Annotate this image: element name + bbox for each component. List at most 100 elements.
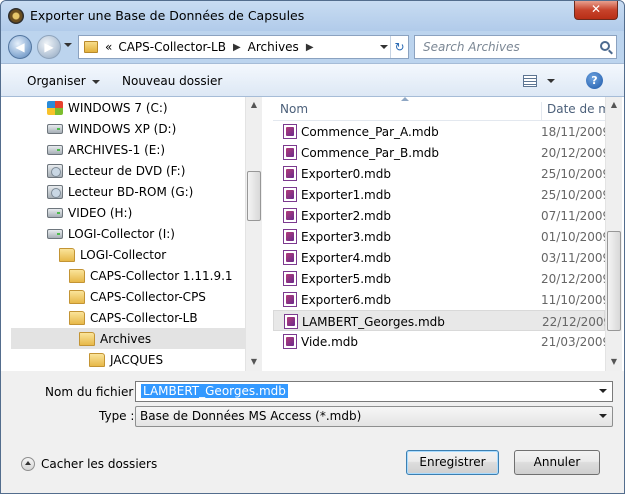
tree-item-archives[interactable]: Archives <box>11 328 245 349</box>
tree-item-logi-collector[interactable]: LOGI-Collector <box>59 244 249 265</box>
save-button[interactable]: Enregistrer <box>406 450 499 475</box>
file-row[interactable]: Vide.mdb 21/03/2009 <box>273 331 605 352</box>
file-row[interactable]: Exporter2.mdb 07/11/2009 <box>273 205 605 226</box>
app-icon <box>8 8 24 24</box>
tree-item-jacques[interactable]: JACQUES <box>89 349 239 370</box>
file-name: Exporter4.mdb <box>301 251 391 265</box>
file-row[interactable]: Exporter5.mdb 20/12/2009 <box>273 268 605 289</box>
file-row[interactable]: Exporter6.mdb 11/10/2009 <box>273 289 605 310</box>
close-button[interactable]: ✕ <box>574 1 618 20</box>
view-options-icon[interactable] <box>523 75 537 87</box>
access-file-icon <box>283 166 297 181</box>
file-list-scroll-thumb[interactable] <box>607 231 621 331</box>
file-row[interactable]: Commence_Par_A.mdb 18/11/2009 <box>273 121 605 142</box>
address-bar[interactable]: « CAPS-Collector-LB ▶ Archives ▶ ↻ <box>78 35 409 59</box>
file-list-scrollbar[interactable]: ▲ ▼ <box>605 97 622 371</box>
file-date: 20/12/2009 <box>541 146 605 160</box>
file-row-selected[interactable]: LAMBERT_Georges.mdb 22/12/2009 <box>273 310 605 331</box>
file-date: 25/10/2009 <box>541 188 605 202</box>
drive-icon <box>47 207 63 218</box>
tree-item-label: Lecteur de DVD (F:) <box>68 163 186 178</box>
file-row[interactable]: Commence_Par_B.mdb 20/12/2009 <box>273 142 605 163</box>
tree-scroll-thumb[interactable] <box>247 171 261 221</box>
folder-icon <box>84 41 98 53</box>
tree-scrollbar[interactable]: ▲ ▼ <box>245 97 262 371</box>
filename-label: Nom du fichier : <box>45 385 142 399</box>
address-dropdown-icon[interactable] <box>380 45 388 49</box>
file-date: 25/10/2009 <box>541 167 605 181</box>
view-dropdown-icon[interactable] <box>547 79 555 83</box>
access-file-icon <box>283 124 297 139</box>
tree-item-bd-rom[interactable]: Lecteur BD-ROM (G:) <box>47 181 247 202</box>
chevron-down-icon[interactable] <box>599 389 607 393</box>
folder-icon <box>89 352 105 367</box>
scroll-up-icon[interactable]: ▲ <box>606 97 622 113</box>
breadcrumb-separator-icon[interactable]: ▶ <box>302 42 318 53</box>
tree-item-archives-1[interactable]: ARCHIVES-1 (E:) <box>47 139 247 160</box>
tree-item-dvd-drive[interactable]: Lecteur de DVD (F:) <box>47 160 247 181</box>
organize-label: Organiser <box>27 74 86 88</box>
tree-item-caps-collector-lb[interactable]: CAPS-Collector-LB <box>69 307 249 328</box>
file-row[interactable]: Exporter1.mdb 25/10/2009 <box>273 184 605 205</box>
tree-item-label: VIDEO (H:) <box>68 205 133 220</box>
folder-icon <box>59 247 75 262</box>
file-name: Exporter0.mdb <box>301 167 391 181</box>
file-type-select[interactable]: Base de Données MS Access (*.mdb) <box>135 406 613 427</box>
file-name: Vide.mdb <box>301 335 359 349</box>
access-file-icon <box>283 208 297 223</box>
tree-item-label: CAPS-Collector 1.11.9.1 <box>90 268 233 283</box>
tree-item-label: Archives <box>100 331 152 346</box>
file-date: 03/11/2009 <box>541 251 605 265</box>
window-title: Exporter une Base de Données de Capsules <box>30 8 305 23</box>
breadcrumb-caps-collector-lb[interactable]: CAPS-Collector-LB <box>115 40 229 54</box>
file-row[interactable]: Exporter4.mdb 03/11/2009 <box>273 247 605 268</box>
breadcrumb-overflow[interactable]: « <box>102 40 115 54</box>
tree-item-label: LOGI-Collector (I:) <box>68 226 175 241</box>
forward-button[interactable]: ▶ <box>37 35 61 59</box>
access-file-icon <box>283 187 297 202</box>
file-row[interactable]: Exporter0.mdb 25/10/2009 <box>273 163 605 184</box>
tree-item-label: Lecteur BD-ROM (G:) <box>68 184 194 199</box>
pane-splitter[interactable] <box>263 97 273 371</box>
cancel-button[interactable]: Annuler <box>514 450 600 475</box>
windows-drive-icon <box>47 100 63 115</box>
filename-value: LAMBERT_Georges.mdb <box>141 384 288 398</box>
tree-item-windows-7[interactable]: WINDOWS 7 (C:) <box>47 97 247 118</box>
access-file-icon <box>283 229 297 244</box>
organize-menu[interactable]: Organiser <box>27 74 100 88</box>
tree-item-label: JACQUES <box>110 352 164 367</box>
tree-item-caps-collector-1-11-9-1[interactable]: CAPS-Collector 1.11.9.1 <box>69 265 249 286</box>
breadcrumb-separator-icon[interactable]: ▶ <box>229 42 245 53</box>
type-label: Type : <box>99 409 135 423</box>
tree-item-video[interactable]: VIDEO (H:) <box>47 202 247 223</box>
hide-folders-label: Cacher les dossiers <box>41 457 158 471</box>
help-icon[interactable]: ? <box>586 72 603 89</box>
back-button[interactable]: ◀ <box>8 35 32 59</box>
save-dialog: Exporter une Base de Données de Capsules… <box>0 0 625 494</box>
breadcrumb-archives[interactable]: Archives <box>245 40 302 54</box>
scroll-up-icon[interactable]: ▲ <box>246 97 262 113</box>
tree-item-label: LOGI-Collector <box>80 247 167 262</box>
search-icon[interactable] <box>600 41 610 51</box>
tree-item-logi-collector-drive[interactable]: LOGI-Collector (I:) <box>47 223 247 244</box>
hide-folders-toggle[interactable]: Cacher les dossiers <box>21 457 157 471</box>
file-date: 22/12/2009 <box>542 315 605 329</box>
refresh-icon[interactable]: ↻ <box>390 36 408 58</box>
scroll-down-icon[interactable]: ▼ <box>606 354 622 370</box>
scroll-down-icon[interactable]: ▼ <box>246 354 262 370</box>
tree-item-windows-xp[interactable]: WINDOWS XP (D:) <box>47 118 247 139</box>
drive-icon <box>47 228 63 239</box>
folder-icon <box>69 268 85 283</box>
column-header-name[interactable]: Nom <box>280 102 308 116</box>
column-header-date[interactable]: Date de mo <box>541 102 605 120</box>
access-file-icon <box>283 292 297 307</box>
folder-icon <box>69 310 85 325</box>
search-input[interactable]: Search Archives <box>414 35 617 59</box>
filename-field[interactable]: LAMBERT_Georges.mdb <box>135 381 613 402</box>
new-folder-button[interactable]: Nouveau dossier <box>122 74 222 88</box>
tree-item-caps-collector-cps[interactable]: CAPS-Collector-CPS <box>69 286 249 307</box>
file-name: Exporter1.mdb <box>301 188 391 202</box>
search-placeholder: Search Archives <box>423 40 520 54</box>
file-row[interactable]: Exporter3.mdb 01/10/2009 <box>273 226 605 247</box>
recent-locations-dropdown[interactable] <box>64 43 72 47</box>
